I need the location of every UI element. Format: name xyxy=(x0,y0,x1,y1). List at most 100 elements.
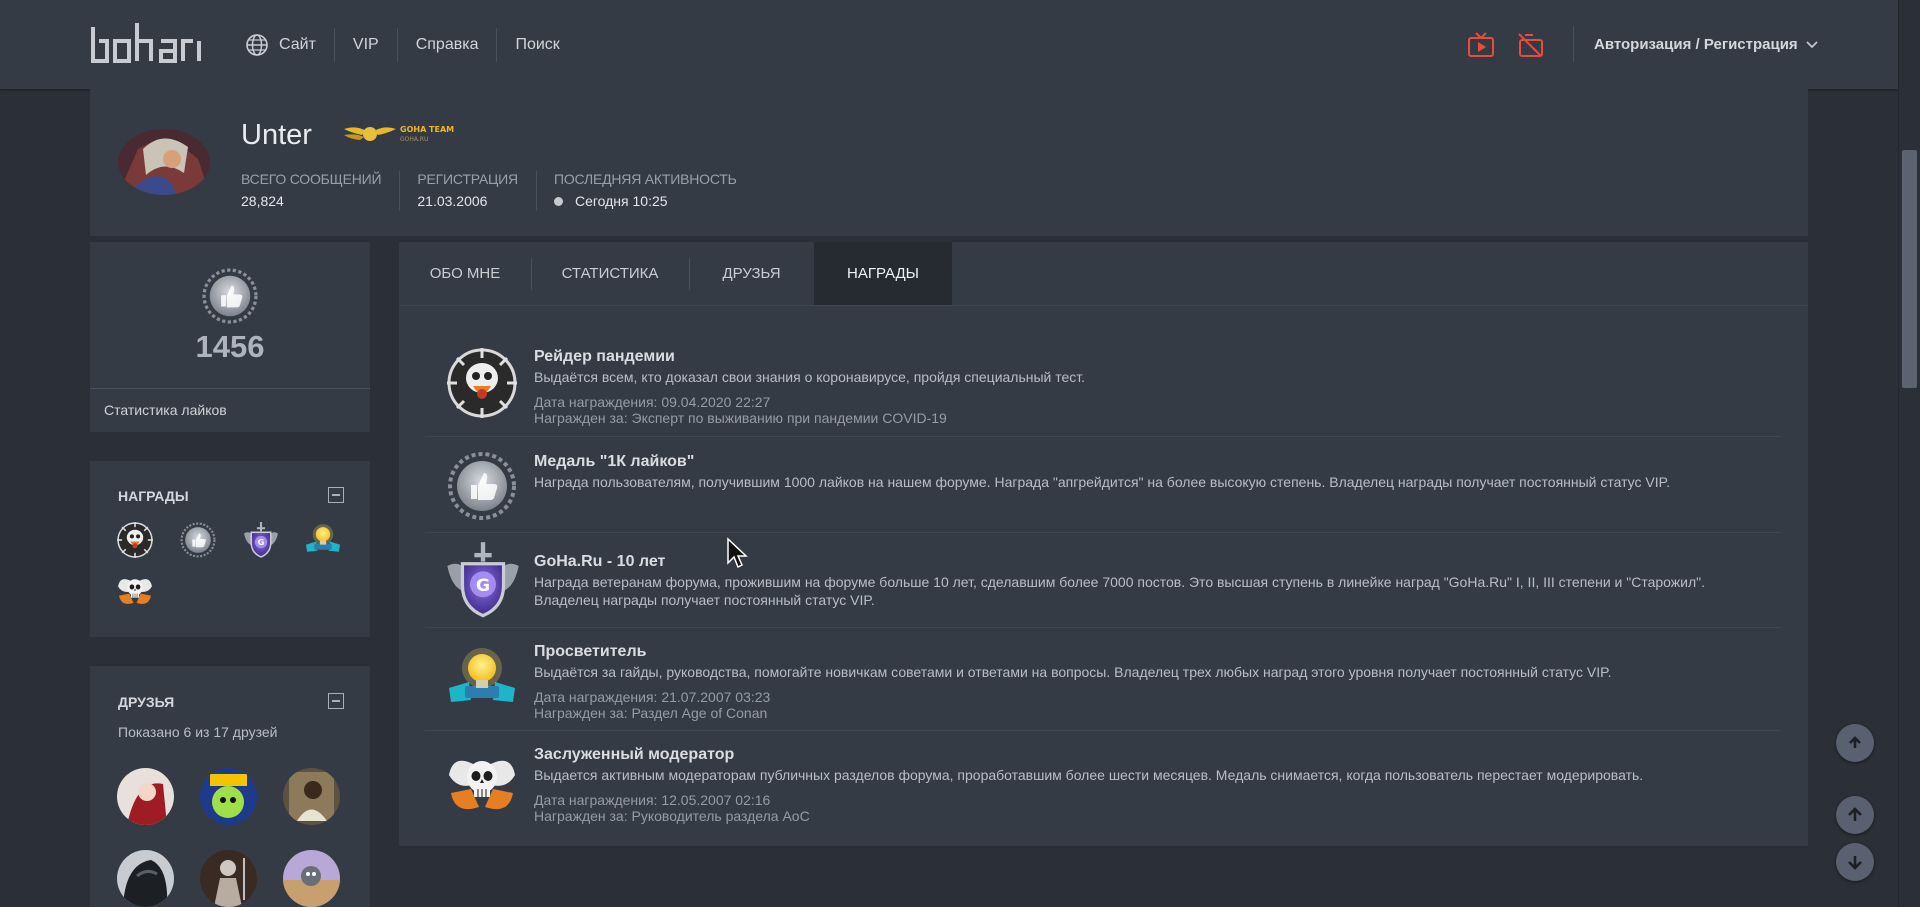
skull-gasmask-icon[interactable] xyxy=(116,521,154,559)
award-item: GoHa.Ru - 10 лет Награда ветеранам форум… xyxy=(425,533,1781,628)
scroll-top-button[interactable] xyxy=(1836,724,1874,762)
award-date: Дата награждения: 09.04.2020 22:27 xyxy=(534,394,771,410)
award-title: Просветитель xyxy=(534,643,647,660)
status-dot xyxy=(553,196,563,206)
award-title: Медаль "1К лайков" xyxy=(534,453,695,470)
tab-friends[interactable]: ДРУЗЬЯ xyxy=(689,242,814,305)
profile-stats: ВСЕГО СООБЩЕНИЙ 28,824 РЕГИСТРАЦИЯ 21.03… xyxy=(241,171,772,211)
award-description: Награда ветеранам форума, прожившим на ф… xyxy=(534,574,1705,608)
likes-stats-link[interactable]: Статистика лайков xyxy=(104,402,227,418)
likes-divider xyxy=(90,388,370,389)
scrollbar-thumb[interactable] xyxy=(1902,150,1917,388)
nav-search-label: Поиск xyxy=(515,35,560,53)
award-text: GoHa.Ru - 10 лет Награда ветеранам форум… xyxy=(534,553,1741,609)
skull-wings-icon xyxy=(445,745,519,819)
award-description: Выдаётся за гайды, руководства, помогайт… xyxy=(534,664,1612,680)
award-text: Просветитель Выдаётся за гайды, руководс… xyxy=(534,643,1741,721)
stat-messages-label: ВСЕГО СООБЩЕНИЙ xyxy=(241,171,382,187)
tab-friends-label: ДРУЗЬЯ xyxy=(722,265,781,282)
tv-icon[interactable] xyxy=(1467,31,1495,59)
auth-menu[interactable]: Авторизация / Регистрация xyxy=(1594,0,1818,89)
main-nav: Сайт VIP Справка Поиск xyxy=(245,0,578,89)
likes-count: 1456 xyxy=(195,329,265,364)
stat-registration-label: РЕГИСТРАЦИЯ xyxy=(417,171,518,187)
lightbulb-icon xyxy=(445,642,519,716)
friend-avatar[interactable] xyxy=(283,850,340,907)
stat-last-activity-label: ПОСЛЕДНЯЯ АКТИВНОСТЬ xyxy=(553,171,737,187)
friend-avatar[interactable] xyxy=(117,850,174,907)
tab-about-label: ОБО МНЕ xyxy=(429,265,501,282)
profile-username: Unter xyxy=(241,119,312,151)
tabs-underline xyxy=(399,305,1808,306)
friend-avatar[interactable] xyxy=(283,768,340,825)
friends-count-text: Показано 6 из 17 друзей xyxy=(118,724,278,740)
tab-awards[interactable]: НАГРАДЫ xyxy=(814,242,952,305)
stat-messages: ВСЕГО СООБЩЕНИЙ 28,824 xyxy=(241,171,401,211)
awards-widget: НАГРАДЫ xyxy=(90,461,370,637)
award-reason: Награжден за: Эксперт по выживанию при п… xyxy=(534,410,947,426)
shield-g-icon xyxy=(443,540,523,620)
award-description: Выдается активным модераторам публичных … xyxy=(534,767,1644,783)
nav-site-label: Сайт xyxy=(279,35,316,53)
profile-header: Unter GOHA TEAM GOHA.RU ВСЕГО СООБЩЕНИЙ … xyxy=(90,89,1808,236)
page-up-button[interactable] xyxy=(1836,796,1874,834)
award-reason: Награжден за: Раздел Age of Conan xyxy=(534,705,768,721)
award-title: GoHa.Ru - 10 лет xyxy=(534,553,666,570)
friend-avatar[interactable] xyxy=(200,850,257,907)
tab-statistics[interactable]: СТАТИСТИКА xyxy=(531,242,689,305)
globe-icon xyxy=(246,33,268,56)
thumbs-up-medal-icon[interactable] xyxy=(179,521,217,559)
friends-widget-title: ДРУЗЬЯ xyxy=(118,694,175,710)
user-avatar[interactable] xyxy=(118,129,210,195)
likes-count-wrap: 1456 xyxy=(90,329,370,369)
award-item: Просветитель Выдаётся за гайды, руководс… xyxy=(425,628,1781,731)
award-date: Дата награждения: 21.07.2007 03:23 xyxy=(534,689,771,705)
nav-search[interactable]: Поиск xyxy=(496,27,577,62)
nav-site[interactable]: Сайт xyxy=(245,28,334,62)
nav-help-label: Справка xyxy=(415,35,479,53)
badge-title: GOHA TEAM xyxy=(400,125,454,134)
auth-label: Авторизация / Регистрация xyxy=(1594,36,1798,53)
goha-logo[interactable] xyxy=(89,19,205,69)
award-item: Рейдер пандемии Выдаётся всем, кто доказ… xyxy=(425,332,1781,437)
header-divider xyxy=(1573,26,1574,62)
stream-off-icon[interactable] xyxy=(1516,31,1544,59)
friend-avatar[interactable] xyxy=(117,768,174,825)
profile-tabs: ОБО МНЕ СТАТИСТИКА ДРУЗЬЯ НАГРАДЫ xyxy=(399,242,952,305)
arrow-up-icon xyxy=(1848,807,1862,821)
thumbs-up-medal-icon xyxy=(198,266,262,326)
badge-subtitle: GOHA.RU xyxy=(400,136,428,143)
award-description: Выдаётся всем, кто доказал свои знания о… xyxy=(534,369,1086,385)
friend-avatar[interactable] xyxy=(200,768,257,825)
skull-gasmask-icon xyxy=(445,346,519,420)
award-title: Рейдер пандемии xyxy=(534,348,675,365)
award-description: Награда пользователям, получившим 1000 л… xyxy=(534,474,1671,490)
arrow-up-bar-icon xyxy=(1849,736,1861,748)
tab-statistics-label: СТАТИСТИКА xyxy=(561,265,659,282)
chevron-down-icon xyxy=(1806,40,1818,48)
award-item: Медаль "1К лайков" Награда пользователям… xyxy=(425,437,1781,533)
shield-g-icon[interactable] xyxy=(242,521,280,559)
award-text: Заслуженный модератор Выдается активным … xyxy=(534,746,1741,824)
page-scrollbar[interactable] xyxy=(1898,0,1920,907)
stat-last-activity: ПОСЛЕДНЯЯ АКТИВНОСТЬ Сегодня 10:25 xyxy=(553,171,755,211)
awards-collapse-button[interactable] xyxy=(328,487,344,503)
profile-main-panel: ОБО МНЕ СТАТИСТИКА ДРУЗЬЯ НАГРАДЫ Рейдер… xyxy=(399,242,1808,846)
lightbulb-icon[interactable] xyxy=(304,521,342,559)
award-date: Дата награждения: 12.05.2007 02:16 xyxy=(534,792,771,808)
tab-about[interactable]: ОБО МНЕ xyxy=(399,242,531,305)
nav-vip-label: VIP xyxy=(352,35,379,53)
top-navigation-bar: Сайт VIP Справка Поиск Авторизация / Рег… xyxy=(0,0,1898,89)
stat-last-activity-row: Сегодня 10:25 xyxy=(553,193,737,209)
arrow-down-icon xyxy=(1848,856,1862,870)
award-title: Заслуженный модератор xyxy=(534,746,735,763)
mouse-cursor-icon xyxy=(727,537,748,569)
nav-help[interactable]: Справка xyxy=(396,27,497,62)
awards-widget-title: НАГРАДЫ xyxy=(118,488,189,504)
friends-collapse-button[interactable] xyxy=(328,693,344,709)
skull-wings-icon[interactable] xyxy=(116,571,154,609)
stat-registration: РЕГИСТРАЦИЯ 21.03.2006 xyxy=(417,171,537,211)
page-down-button[interactable] xyxy=(1836,843,1874,881)
stat-messages-value: 28,824 xyxy=(241,193,284,209)
nav-vip[interactable]: VIP xyxy=(333,27,397,62)
